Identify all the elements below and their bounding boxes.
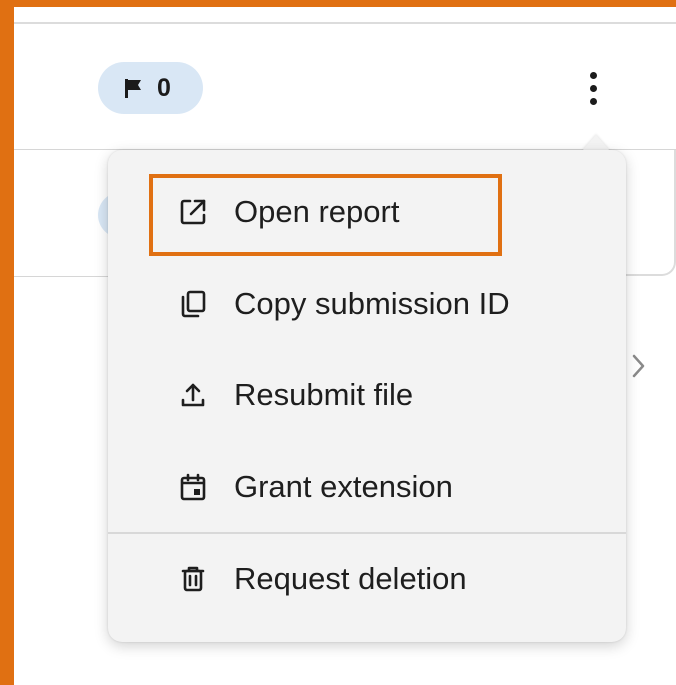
page: 0 Open report Copy submission ID Resubmi…: [0, 0, 676, 685]
copy-icon: [176, 287, 210, 321]
flag-icon: [123, 77, 145, 99]
menu-item-open-report[interactable]: Open report: [108, 176, 626, 248]
menu-item-grant-extension[interactable]: Grant extension: [108, 451, 626, 523]
menu-item-resubmit-file[interactable]: Resubmit file: [108, 359, 626, 431]
menu-divider: [108, 532, 626, 534]
trash-icon: [176, 562, 210, 596]
menu-item-label: Copy submission ID: [234, 286, 510, 321]
more-options-icon[interactable]: [578, 66, 608, 110]
menu-item-label: Open report: [234, 194, 400, 229]
chevron-right-icon[interactable]: [630, 352, 648, 380]
row-divider-lower: [14, 276, 114, 277]
upload-icon: [176, 378, 210, 412]
flag-count: 0: [157, 73, 171, 102]
menu-item-label: Resubmit file: [234, 377, 414, 412]
calendar-icon: [176, 470, 210, 504]
menu-item-copy-submission-id[interactable]: Copy submission ID: [108, 268, 626, 340]
menu-item-label: Grant extension: [234, 469, 453, 504]
highlight-frame-left: [0, 0, 14, 685]
menu-item-label: Request deletion: [234, 561, 467, 596]
actions-menu: Open report Copy submission ID Resubmit …: [108, 150, 626, 642]
flag-count-badge[interactable]: 0: [98, 62, 203, 114]
external-link-icon: [176, 195, 210, 229]
row-divider-top: [14, 22, 676, 24]
menu-caret: [582, 135, 610, 151]
menu-item-request-deletion[interactable]: Request deletion: [108, 543, 626, 615]
highlight-frame-top: [0, 0, 676, 7]
